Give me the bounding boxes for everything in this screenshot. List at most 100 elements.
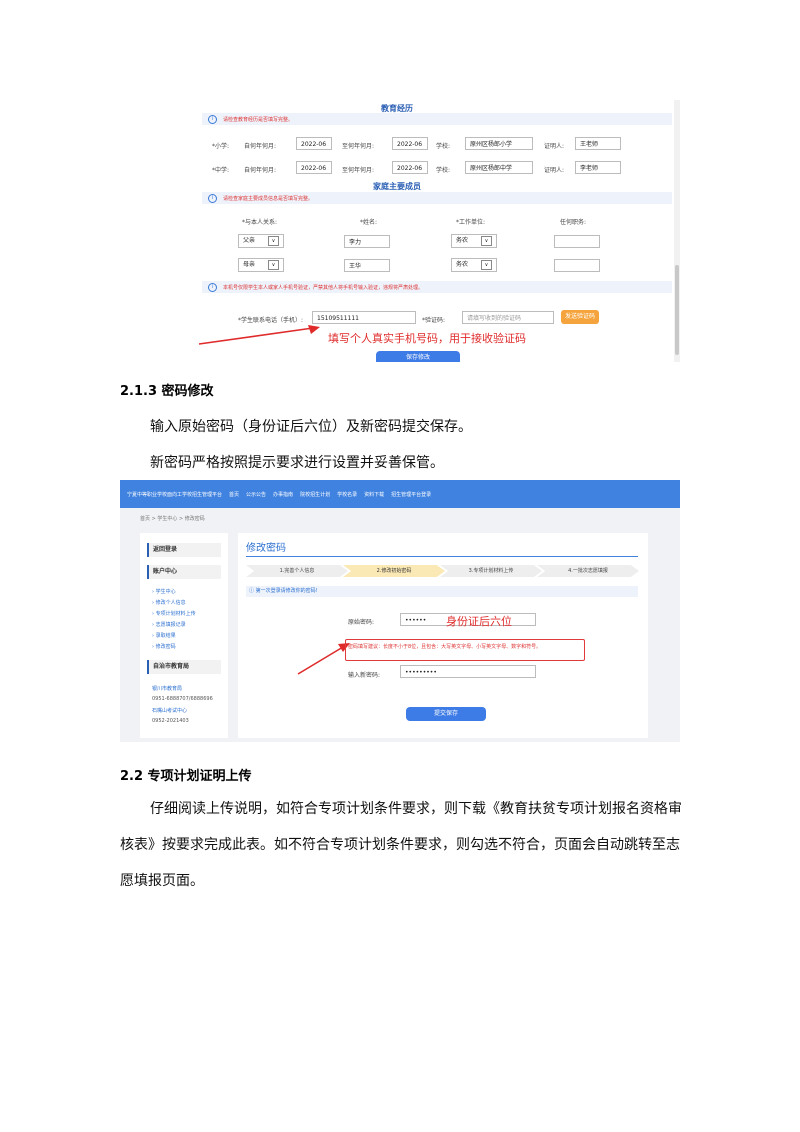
edu-witness-input[interactable]: 王老师 (575, 137, 621, 150)
sidebar-education-bureau: 自治市教育局 (147, 660, 221, 674)
edu-from-input[interactable]: 2022-06 (296, 161, 332, 174)
code-label: *验证码: (422, 317, 446, 324)
edu-from-input[interactable]: 2022-06 (296, 137, 332, 150)
section-heading-2-1-3: 2.1.3 密码修改 (120, 384, 214, 399)
nav-guide[interactable]: 办事指南 (273, 491, 293, 498)
edu-witness-label: 证明人: (544, 143, 565, 150)
family-header-work: *工作单位: (456, 219, 486, 226)
work-select[interactable]: 务农 ∨ (451, 258, 497, 272)
edu-to-label: 至何年何月: (342, 143, 375, 150)
submit-button[interactable]: 提交保存 (406, 707, 486, 721)
title-divider (246, 556, 638, 557)
edu-level-label: *小学: (212, 143, 230, 150)
family-post-input[interactable] (554, 259, 600, 272)
sidebar: 返回登录 账户中心 › 学生中心 › 修改个人信息 › 专项计划材料上传 › 志… (140, 533, 228, 738)
info-icon: i (208, 282, 217, 292)
step-4: 4.一批次志愿填报 (537, 565, 639, 577)
edu-witness-input[interactable]: 李老师 (575, 161, 621, 174)
edu-from-label: 自何年何月: (244, 167, 277, 174)
code-input[interactable]: 请填写收到的验证码 (462, 311, 554, 324)
contact-phone: 0952-2021403 (152, 718, 189, 724)
chevron-down-icon: ∨ (481, 260, 492, 270)
family-notice-text: 请检查家庭主要成员信息是否填写完整。 (223, 195, 314, 202)
sidebar-item-results[interactable]: › 录取结果 (152, 632, 176, 639)
phone-notice: i 本机号仅限学生本人或家人手机号验证，严禁其他人将手机号输入验证，违规将严肃处… (202, 281, 672, 293)
nav-notice[interactable]: 公示公告 (246, 491, 266, 498)
red-arrow-icon (198, 325, 320, 345)
family-post-input[interactable] (554, 235, 600, 248)
phone-input[interactable]: 15109511111 (312, 311, 416, 324)
family-header-post: 任何职务: (560, 219, 587, 226)
edu-school-label: 学校: (436, 167, 451, 174)
edu-from-label: 自何年何月: (244, 143, 277, 150)
nav-schools[interactable]: 学校名录 (337, 491, 357, 498)
info-icon: i (208, 193, 217, 203)
page-title: 修改密码 (246, 543, 286, 554)
education-notice-text: 请检查教育经历是否填写完整。 (223, 116, 294, 123)
family-name-input[interactable]: 李力 (344, 235, 390, 248)
breadcrumb: 首页 > 学生中心 > 修改密码 (140, 516, 205, 522)
step-3: 3.专项计划材料上传 (440, 565, 542, 577)
paragraph: 仔细阅读上传说明，如符合专项计划条件要求，则下载《教育扶贫专项计划报名资格审 (150, 801, 682, 817)
top-navbar: 宁夏中等职业学校面向工学校招生管理平台 首页 公示公告 办事指南 院校招生计划 … (120, 480, 680, 508)
education-form-screenshot: 教育经历 i 请检查教育经历是否填写完整。 *小学: 自何年何月: 2022-0… (120, 100, 680, 362)
family-name-input[interactable]: 王华 (344, 259, 390, 272)
family-header-name: *姓名: (360, 219, 378, 226)
change-password-screenshot: 宁夏中等职业学校面向工学校招生管理平台 首页 公示公告 办事指南 院校招生计划 … (120, 480, 680, 742)
nav-downloads[interactable]: 资料下载 (364, 491, 384, 498)
site-title[interactable]: 宁夏中等职业学校面向工学校招生管理平台 (127, 491, 222, 498)
new-password-input[interactable]: ••••••••• (400, 665, 536, 678)
paragraph: 核表》按要求完成此表。如不符合专项计划条件要求，则勾选不符合，页面会自动跳转至志 (120, 837, 680, 853)
work-select[interactable]: 务农 ∨ (451, 234, 497, 248)
edu-to-input[interactable]: 2022-06 (392, 137, 428, 150)
nav-admin-login[interactable]: 招生管理平台登录 (391, 491, 431, 498)
info-icon: i (208, 114, 217, 124)
contact-name: 银川市教育局 (152, 686, 183, 692)
scrollbar-thumb[interactable] (675, 265, 679, 355)
sidebar-item-upload[interactable]: › 专项计划材料上传 (152, 610, 196, 617)
send-code-button[interactable]: 发送验证码 (561, 310, 599, 324)
sidebar-item-student-center[interactable]: › 学生中心 (152, 588, 176, 595)
family-section-title: 家庭主要成员 (373, 182, 421, 191)
edu-school-input[interactable]: 原州区杨郎中学 (465, 161, 533, 174)
step-1: 1.完善个人信息 (246, 565, 348, 577)
scrollbar[interactable] (674, 100, 680, 362)
paragraph: 输入原始密码（身份证后六位）及新密码提交保存。 (150, 419, 472, 435)
paragraph: 新密码严格按照提示要求进行设置并妥善保管。 (150, 455, 444, 471)
phone-annotation: 填写个人真实手机号码，用于接收验证码 (328, 332, 526, 345)
relation-value: 母亲 (243, 261, 256, 268)
section-heading-2-2: 2.2 专项计划证明上传 (120, 769, 252, 784)
work-value: 务农 (456, 237, 469, 244)
chevron-down-icon: ∨ (268, 236, 279, 246)
sidebar-item-edit-info[interactable]: › 修改个人信息 (152, 599, 186, 606)
edu-to-label: 至何年何月: (342, 167, 375, 174)
nav-plan[interactable]: 院校招生计划 (300, 491, 330, 498)
edu-school-label: 学校: (436, 143, 451, 150)
work-value: 务农 (456, 261, 469, 268)
education-notice: i 请检查教育经历是否填写完整。 (202, 113, 672, 125)
save-button[interactable]: 保存修改 (376, 351, 460, 362)
sidebar-return-login[interactable]: 返回登录 (147, 543, 221, 557)
edu-level-label: *中学: (212, 167, 230, 174)
sidebar-account-center: 账户中心 (147, 565, 221, 579)
chevron-down-icon: ∨ (481, 236, 492, 246)
edu-witness-label: 证明人: (544, 167, 565, 174)
contact-phone: 0951-6888707/6888696 (152, 696, 213, 702)
password-rule-highlight (345, 639, 585, 661)
relation-select[interactable]: 母亲 ∨ (238, 258, 284, 272)
sidebar-item-change-password[interactable]: › 修改密码 (152, 643, 176, 650)
first-login-tip: ⓘ 第一次登录请修改你的密码! (246, 586, 638, 597)
phone-notice-text: 本机号仅限学生本人或家人手机号验证，严禁其他人将手机号输入验证，违规将严肃处理。 (223, 284, 424, 291)
main-panel: 修改密码 1.完善个人信息 2.修改初始密码 3.专项计划材料上传 4.一批次志… (238, 533, 648, 738)
nav-home[interactable]: 首页 (229, 491, 239, 498)
old-password-annotation: 身份证后六位 (446, 615, 512, 628)
edu-school-input[interactable]: 原州区杨郎小学 (465, 137, 533, 150)
sidebar-item-records[interactable]: › 志愿填报记录 (152, 621, 186, 628)
paragraph: 愿填报页面。 (120, 873, 204, 889)
old-password-label: 原始密码: (348, 619, 375, 626)
edu-to-input[interactable]: 2022-06 (392, 161, 428, 174)
chevron-down-icon: ∨ (268, 260, 279, 270)
family-notice: i 请检查家庭主要成员信息是否填写完整。 (202, 192, 672, 204)
relation-value: 父亲 (243, 237, 256, 244)
relation-select[interactable]: 父亲 ∨ (238, 234, 284, 248)
